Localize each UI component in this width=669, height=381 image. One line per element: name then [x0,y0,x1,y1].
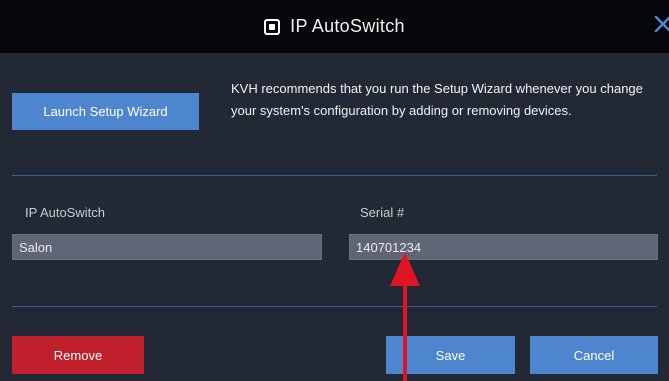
dialog-title: IP AutoSwitch [290,16,405,36]
annotation-arrow [390,252,420,381]
setup-recommendation-text: KVH recommends that you run the Setup Wi… [231,81,643,118]
section-divider-top [12,175,657,176]
remove-button[interactable]: Remove [12,336,144,374]
cancel-button[interactable]: Cancel [530,336,658,374]
ip-autoswitch-dialog: IP AutoSwitch Launch Setup Wizard KVH re… [0,0,669,381]
serial-number-label: Serial # [360,205,405,220]
ip-autoswitch-name-input[interactable] [12,234,322,260]
close-icon[interactable] [653,14,669,34]
title-bar: IP AutoSwitch [0,0,669,53]
section-divider-bottom [12,306,657,307]
title-group: IP AutoSwitch [264,16,405,37]
launch-setup-wizard-button[interactable]: Launch Setup Wizard [12,93,199,130]
ip-autoswitch-label: IP AutoSwitch [25,205,105,220]
window-icon [264,18,281,35]
